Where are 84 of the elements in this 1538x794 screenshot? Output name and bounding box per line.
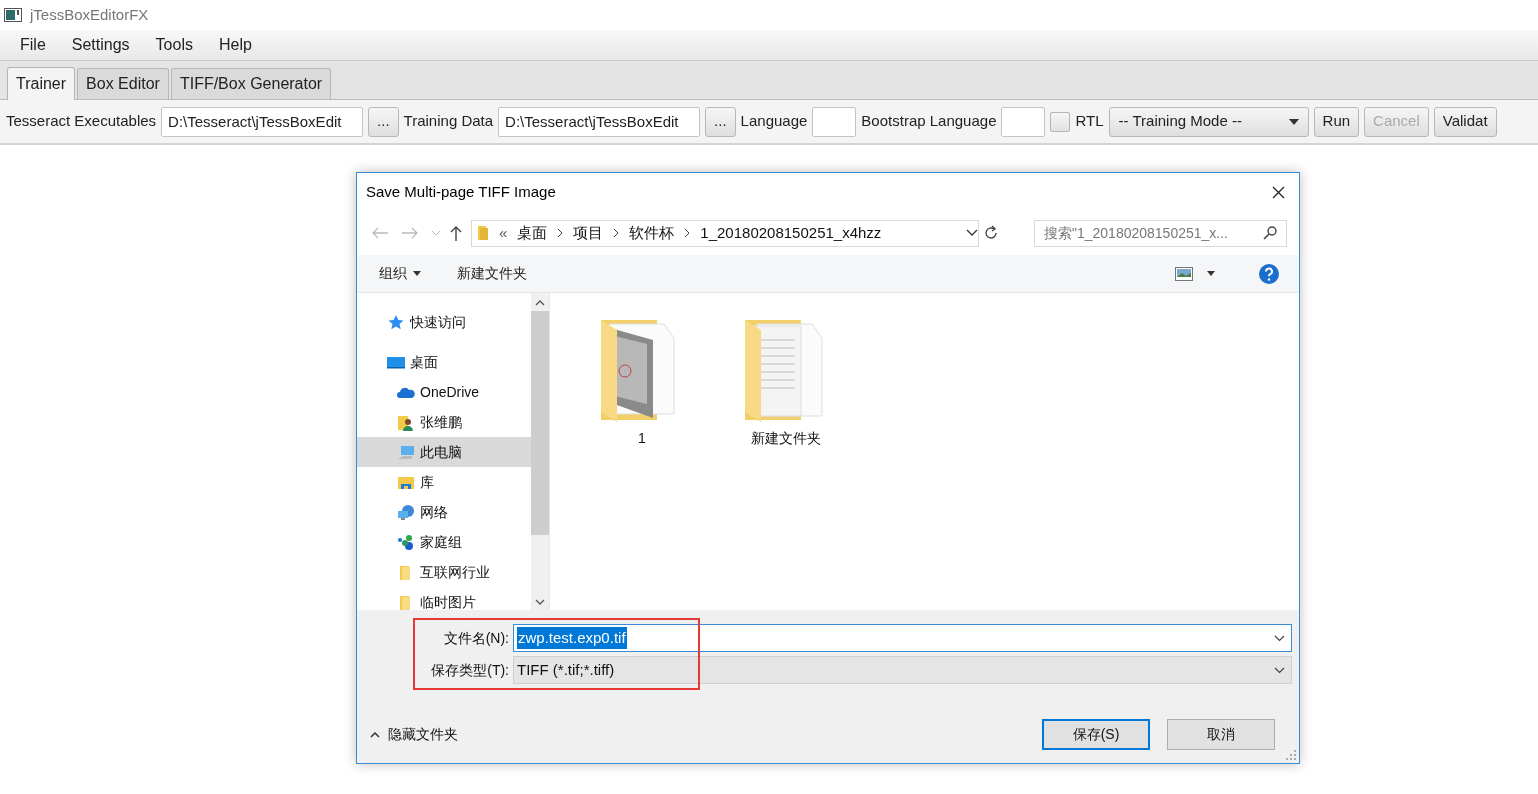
checkbox[interactable]: [1050, 111, 1071, 132]
back-arrow-icon: [371, 226, 389, 240]
caret-icon: [1274, 634, 1285, 642]
button[interactable]: ...: [368, 106, 399, 137]
chevron-up-icon: [370, 731, 380, 738]
nav-item[interactable]: 张维鹏: [357, 407, 531, 437]
nav-item[interactable]: OneDrive: [357, 377, 531, 407]
breadcrumb-item[interactable]: 桌面: [517, 221, 548, 245]
tab[interactable]: Trainer: [7, 67, 76, 100]
up-arrow-icon: [449, 224, 463, 242]
star-icon: [387, 313, 405, 331]
menu-item[interactable]: Help: [208, 31, 262, 59]
button[interactable]: 取消: [1167, 719, 1275, 750]
file-name: 新建文件夹: [751, 429, 821, 448]
chevron-down-icon: [535, 599, 545, 605]
folder-icon: [477, 225, 489, 241]
scrollbar[interactable]: [531, 293, 549, 610]
toggle-button[interactable]: 隐藏文件夹: [370, 724, 458, 745]
button[interactable]: ...: [705, 106, 736, 137]
resize-grip-icon: [1286, 750, 1296, 760]
caret-icon: [1274, 666, 1285, 674]
input-field[interactable]: D:\Tesseract\jTessBoxEdit: [498, 106, 701, 137]
folder-item[interactable]: 新建文件夹: [734, 316, 838, 449]
field-label: Bootstrap Language: [861, 111, 997, 132]
button[interactable]: 保存(S): [1042, 719, 1150, 750]
chevron-up-icon: [535, 300, 545, 306]
user-folder-icon: [397, 413, 415, 431]
folder-item[interactable]: 1: [590, 316, 694, 449]
tab[interactable]: Box Editor: [77, 68, 169, 99]
breadcrumb-item[interactable]: «: [499, 221, 508, 245]
button[interactable]: Validat: [1433, 106, 1497, 137]
nav-item[interactable]: 桌面: [357, 347, 531, 377]
input-field[interactable]: D:\Tesseract\jTessBoxEdit: [161, 106, 364, 137]
window-title: jTessBoxEditorFX: [30, 4, 149, 25]
globe-icon: [397, 503, 415, 521]
field-label: 保存类型(T):: [430, 660, 510, 680]
menu-item[interactable]: File: [10, 31, 56, 59]
forward-arrow-icon: [401, 226, 419, 240]
button[interactable]: Run: [1313, 106, 1360, 137]
file-name: 1: [638, 429, 646, 448]
nav-item[interactable]: 家庭组: [357, 527, 531, 557]
dialog-title: Save Multi-page TIFF Image: [366, 181, 556, 202]
field-label: Training Data: [403, 111, 494, 132]
toolbar-button[interactable]: 新建文件夹: [457, 263, 527, 284]
input-field[interactable]: zwp.test.exp0.tif: [513, 624, 1292, 652]
field-label: Language: [740, 111, 808, 132]
dropdown[interactable]: -- Training Mode --: [1108, 106, 1309, 137]
breadcrumb-item[interactable]: 1_20180208150251_x4hzz: [700, 221, 882, 245]
chevron-icon: [684, 228, 691, 238]
input-field[interactable]: [812, 106, 857, 137]
computer-icon: [397, 443, 415, 461]
caret-icon: [1288, 118, 1299, 125]
app-icon: [4, 8, 22, 22]
nav-item[interactable]: 快速访问: [357, 307, 531, 337]
search-field[interactable]: 搜索"1_20180208150251_x...: [1034, 219, 1287, 247]
dropdown[interactable]: TIFF (*.tif;*.tiff): [513, 656, 1292, 684]
caret-icon: [413, 271, 421, 276]
dots-icon: [397, 533, 415, 551]
view-icon: [1175, 266, 1193, 281]
field-label: RTL: [1075, 111, 1104, 132]
menu-item[interactable]: Tools: [145, 31, 203, 59]
input-field[interactable]: [1001, 106, 1046, 137]
nav-item[interactable]: 临时图片: [357, 587, 531, 610]
caret-icon: [966, 229, 978, 237]
caret-icon: [1207, 271, 1215, 276]
help-icon: [1259, 263, 1279, 284]
search-icon: [1263, 226, 1277, 240]
nav-item[interactable]: 此电脑: [357, 437, 531, 467]
nav-item[interactable]: 网络: [357, 497, 531, 527]
toolbar-button[interactable]: 组织: [379, 263, 421, 284]
breadcrumb-item[interactable]: 软件杯: [629, 221, 675, 245]
caret-icon: [431, 230, 441, 236]
menu-item[interactable]: Settings: [61, 31, 140, 59]
field-label: 文件名(N):: [442, 628, 510, 648]
tab[interactable]: TIFF/Box Generator: [170, 68, 332, 99]
breadcrumb-item[interactable]: 项目: [573, 221, 604, 245]
chevron-icon: [557, 228, 564, 238]
close-icon: [1272, 185, 1285, 199]
chevron-icon: [613, 228, 620, 238]
refresh-icon: [983, 225, 999, 241]
nav-item[interactable]: 库: [357, 467, 531, 497]
nav-item[interactable]: 互联网行业: [357, 557, 531, 587]
field-label: Tesseract Executables: [6, 111, 157, 132]
address-bar[interactable]: « 桌面 项目 软件杯 1_20180208150251_x4hzz: [471, 219, 979, 247]
